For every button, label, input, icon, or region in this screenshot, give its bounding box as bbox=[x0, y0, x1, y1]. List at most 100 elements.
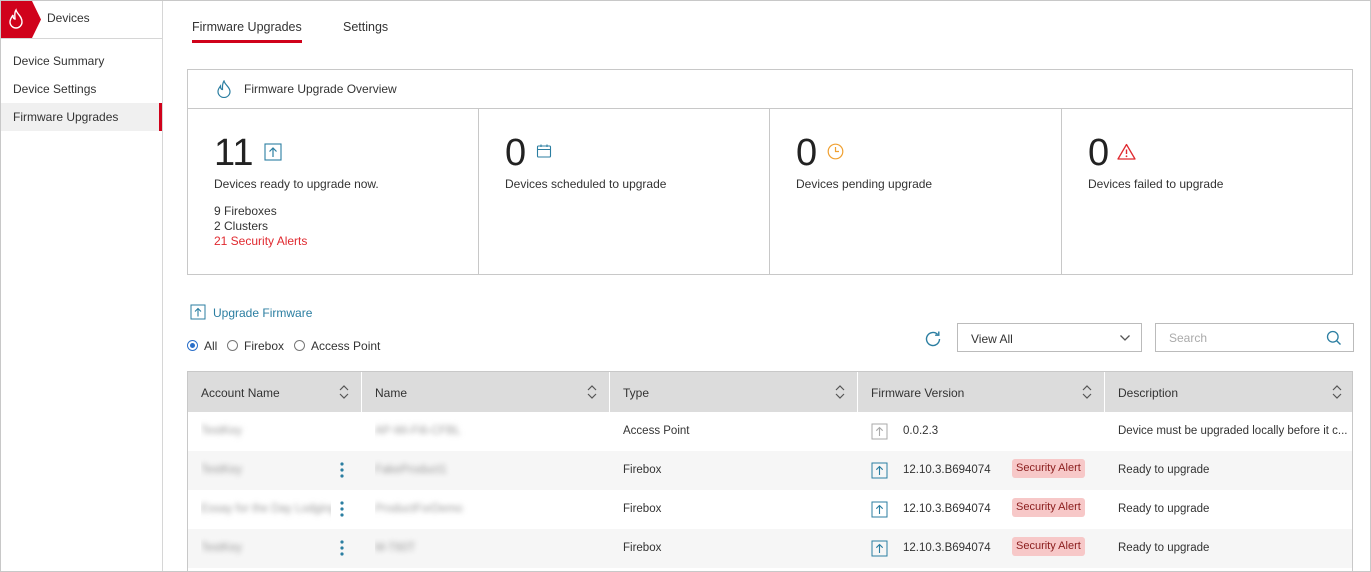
warning-icon bbox=[1117, 143, 1136, 160]
security-alert-badge: Security Alert bbox=[1012, 459, 1085, 478]
radio-dot bbox=[187, 340, 198, 351]
tab-firmware-upgrades[interactable]: Firmware Upgrades bbox=[192, 20, 302, 43]
account-name: Essay for the Day Lodging bbox=[201, 503, 331, 515]
upload-icon[interactable] bbox=[871, 462, 888, 479]
stat-scheduled-label: Devices scheduled to upgrade bbox=[505, 177, 667, 191]
firmware-overview-panel: Firmware Upgrade Overview 11 Devices rea… bbox=[187, 69, 1353, 275]
more-options-icon[interactable] bbox=[339, 539, 345, 557]
calendar-icon bbox=[536, 144, 552, 158]
stat-ready-label: Devices ready to upgrade now. bbox=[214, 177, 379, 191]
account-name: TestKey bbox=[201, 464, 242, 476]
view-select-value: View All bbox=[971, 332, 1013, 346]
column-header-name[interactable]: Name bbox=[362, 372, 610, 412]
table-row[interactable]: TestKey AP-Wi-Fi6-CFBL Access Point 0.0.… bbox=[188, 412, 1352, 451]
sort-icon bbox=[1332, 385, 1342, 399]
sidebar-item-firmware-upgrades[interactable]: Firmware Upgrades bbox=[1, 103, 162, 131]
sidebar: Devices Device Summary Device Settings F… bbox=[1, 1, 163, 571]
view-select[interactable]: View All bbox=[957, 323, 1142, 352]
device-type: Firebox bbox=[623, 542, 662, 554]
upload-icon[interactable] bbox=[871, 540, 888, 557]
cell-firmware: 12.10.3.B694074 Security Alert bbox=[871, 451, 1101, 490]
stat-pending-label: Devices pending upgrade bbox=[796, 177, 933, 191]
account-name: TestKey bbox=[201, 425, 242, 437]
device-name: M-T60T bbox=[375, 542, 416, 554]
stat-ready-security-alerts[interactable]: 21 Security Alerts bbox=[214, 234, 307, 248]
upload-icon bbox=[871, 423, 888, 440]
cell-name: FakeProduct1 bbox=[375, 451, 595, 490]
firmware-version: 0.0.2.3 bbox=[903, 425, 939, 437]
column-header-firmware-version[interactable]: Firmware Version bbox=[858, 372, 1105, 412]
cell-firmware: 12.10.3.B694074 Security Alert bbox=[871, 490, 1101, 529]
cell-description: Ready to upgrade bbox=[1118, 451, 1348, 490]
column-header-account-name[interactable]: Account Name bbox=[188, 372, 362, 412]
firmware-version: 12.10.3.B694074 bbox=[903, 503, 991, 515]
description: Ready to upgrade bbox=[1118, 464, 1210, 476]
upload-icon[interactable] bbox=[871, 501, 888, 518]
column-label: Name bbox=[375, 386, 408, 400]
cell-account: TestKey bbox=[201, 451, 331, 490]
account-name: TestKey bbox=[201, 542, 242, 554]
radio-dot bbox=[294, 340, 305, 351]
filter-firebox-label: Firebox bbox=[244, 339, 285, 353]
stat-pending-value: 0 bbox=[796, 132, 818, 174]
description: Device must be upgraded locally before i… bbox=[1118, 425, 1348, 437]
more-options-icon[interactable] bbox=[339, 500, 345, 518]
stat-failed-value: 0 bbox=[1088, 132, 1110, 174]
firmware-version: 12.10.3.B694074 bbox=[903, 542, 991, 554]
table-row[interactable]: TestKey FakeProduct1 Firebox 12.10.3.B69… bbox=[188, 451, 1352, 490]
stat-ready-clusters: 2 Clusters bbox=[214, 219, 269, 233]
stat-ready-fireboxes: 9 Fireboxes bbox=[214, 204, 277, 218]
column-label: Type bbox=[623, 386, 650, 400]
stat-ready: 11 Devices ready to upgrade now. 9 Fireb… bbox=[188, 109, 479, 274]
table-row[interactable]: TestKey M-T60T Firebox 12.10.3.B694074 S… bbox=[188, 529, 1352, 568]
cell-name: M-T60T bbox=[375, 529, 595, 568]
stat-scheduled-value: 0 bbox=[505, 132, 527, 174]
description: Ready to upgrade bbox=[1118, 542, 1210, 554]
stat-failed: 0 Devices failed to upgrade bbox=[1062, 109, 1352, 274]
device-name: FakeProduct1 bbox=[375, 464, 447, 476]
table-header: Account Name Name Type Firmware Version … bbox=[188, 372, 1352, 412]
search-input[interactable] bbox=[1156, 324, 1316, 351]
sidebar-item-device-summary[interactable]: Device Summary bbox=[1, 47, 162, 75]
more-options-icon[interactable] bbox=[339, 461, 345, 479]
column-label: Description bbox=[1118, 386, 1179, 400]
search-icon[interactable] bbox=[1326, 330, 1342, 346]
app-title: Devices bbox=[47, 11, 90, 25]
stat-scheduled: 0 Devices scheduled to upgrade bbox=[479, 109, 770, 274]
cell-account: TestKey bbox=[201, 412, 351, 451]
tab-settings[interactable]: Settings bbox=[343, 20, 388, 34]
stat-failed-label: Devices failed to upgrade bbox=[1088, 177, 1224, 191]
table-row[interactable]: Essay for the Day Lodging ProductForDemo… bbox=[188, 490, 1352, 529]
column-header-description[interactable]: Description bbox=[1105, 372, 1352, 412]
column-label: Account Name bbox=[201, 386, 280, 400]
cell-type: Firebox bbox=[623, 529, 843, 568]
sidebar-item-device-settings[interactable]: Device Settings bbox=[1, 75, 162, 103]
device-type: Firebox bbox=[623, 503, 662, 515]
upload-icon bbox=[190, 304, 206, 320]
filter-access-point-label: Access Point bbox=[311, 339, 381, 353]
description: Ready to upgrade bbox=[1118, 503, 1210, 515]
sidebar-nav: Device Summary Device Settings Firmware … bbox=[1, 47, 162, 131]
cell-name: ProductForDemo bbox=[375, 490, 595, 529]
filter-all-label: All bbox=[204, 339, 218, 353]
device-type: Firebox bbox=[623, 464, 662, 476]
cell-name: AP-Wi-Fi6-CFBL bbox=[375, 412, 595, 451]
overview-header: Firmware Upgrade Overview bbox=[188, 70, 1352, 109]
cell-firmware: 12.10.3.B694074 Security Alert bbox=[871, 529, 1101, 568]
stat-pending: 0 Devices pending upgrade bbox=[770, 109, 1062, 274]
stat-ready-value: 11 bbox=[214, 132, 254, 174]
upload-icon bbox=[264, 143, 282, 161]
refresh-icon[interactable] bbox=[923, 329, 943, 349]
cell-description: Ready to upgrade bbox=[1118, 529, 1348, 568]
sort-icon bbox=[835, 385, 845, 399]
brand-logo-icon bbox=[1, 1, 41, 38]
firmware-table: Account Name Name Type Firmware Version … bbox=[187, 371, 1353, 571]
upgrade-firmware-label: Upgrade Firmware bbox=[213, 306, 313, 320]
clock-icon bbox=[827, 143, 844, 160]
device-type: Access Point bbox=[623, 425, 690, 437]
column-header-type[interactable]: Type bbox=[610, 372, 858, 412]
column-label: Firmware Version bbox=[871, 386, 965, 400]
cell-description: Ready to upgrade bbox=[1118, 490, 1348, 529]
cell-type: Firebox bbox=[623, 451, 843, 490]
cell-firmware: 0.0.2.3 bbox=[871, 412, 1101, 451]
